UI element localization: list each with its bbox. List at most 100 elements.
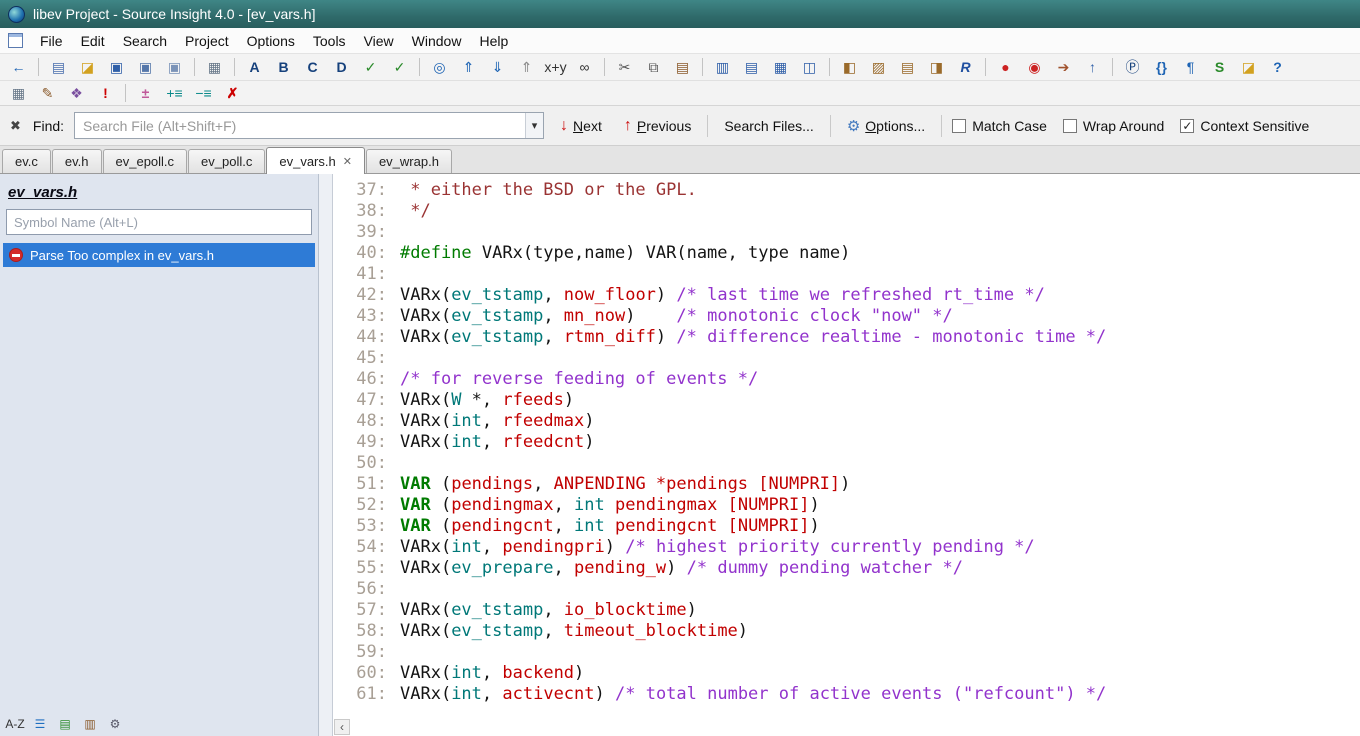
back-button[interactable]: ← <box>4 56 33 78</box>
find-previous-button[interactable]: ↑ Previous <box>618 114 697 138</box>
code-token: *, <box>461 390 503 410</box>
book-button[interactable]: ▥ <box>79 714 101 734</box>
tab-ev_vars-h[interactable]: ev_vars.h ✕ <box>266 147 365 174</box>
grid-view-button[interactable]: ▦ <box>4 82 33 104</box>
code-token: VAR <box>400 516 431 536</box>
code-token: ) <box>809 516 820 536</box>
cut-button-icon: ✂ <box>618 59 631 75</box>
menu-item-edit[interactable]: Edit <box>72 30 114 52</box>
print-button[interactable]: ▦ <box>200 56 229 78</box>
hscroll-left-arrow-icon[interactable]: ‹ <box>334 719 350 735</box>
checklist-2-button[interactable]: ✓ <box>385 56 414 78</box>
custom-command-b-button[interactable]: B <box>269 56 298 78</box>
up-arrow-icon: ↑ <box>623 116 632 134</box>
project-files-button[interactable]: ▨ <box>864 56 893 78</box>
tab-ev-h[interactable]: ev.h <box>51 149 102 173</box>
code-line: 41: <box>341 264 1360 285</box>
stamp-button[interactable]: ❖ <box>62 82 91 104</box>
toolbar-separator <box>194 58 195 76</box>
jump-to-caller-button[interactable]: ⇑ <box>454 56 483 78</box>
menu-item-options[interactable]: Options <box>238 30 304 52</box>
symbol-list-item[interactable]: Parse Too complex in ev_vars.h <box>3 243 315 267</box>
cut-button[interactable]: ✂ <box>610 56 639 78</box>
menu-item-view[interactable]: View <box>355 30 403 52</box>
window-split-4-button[interactable]: ◫ <box>795 56 824 78</box>
tab-ev_poll-c[interactable]: ev_poll.c <box>188 149 266 173</box>
symbol-name-input[interactable] <box>6 209 312 235</box>
browse-symbols-button[interactable]: ∞ <box>570 56 599 78</box>
menu-item-window[interactable]: Window <box>403 30 471 52</box>
checkbox-wrap-around[interactable]: Wrap Around <box>1062 118 1164 134</box>
find-next-button[interactable]: ↓ Next <box>554 114 608 138</box>
find-close-icon[interactable]: ✖ <box>10 118 21 134</box>
remove-line-button[interactable]: −≡ <box>189 82 218 104</box>
window-split-1-button[interactable]: ▥ <box>708 56 737 78</box>
help-doc-button[interactable]: ? <box>1263 56 1292 78</box>
add-line-button[interactable]: +≡ <box>160 82 189 104</box>
reformat-button[interactable]: ¶ <box>1176 56 1205 78</box>
project-window-button[interactable]: ◧ <box>835 56 864 78</box>
custom-command-a-button[interactable]: A <box>240 56 269 78</box>
tab-close-icon[interactable]: ✕ <box>343 155 352 168</box>
parse-source-button[interactable]: Ⓟ <box>1118 56 1147 78</box>
code-token: pending_w <box>574 558 667 578</box>
code-editor[interactable]: 37: * either the BSD or the GPL. 38: */39… <box>333 174 1360 736</box>
paste-button[interactable]: ▤ <box>668 56 697 78</box>
menu-item-tools[interactable]: Tools <box>304 30 355 52</box>
menu-item-project[interactable]: Project <box>176 30 238 52</box>
line-number: 45: <box>356 348 387 368</box>
braces-button[interactable]: {} <box>1147 56 1176 78</box>
save-all-button[interactable]: ▣ <box>160 56 189 78</box>
find-input[interactable] <box>75 117 526 134</box>
bookmark-list-button[interactable]: ◉ <box>1020 56 1049 78</box>
menu-item-search[interactable]: Search <box>114 30 176 52</box>
sort-alphabetic-button[interactable]: A-Z <box>4 714 26 734</box>
panel-splitter[interactable] <box>319 174 333 736</box>
find-options-button[interactable]: ⚙ Options... <box>841 114 931 138</box>
save-as-button[interactable]: ▣ <box>131 56 160 78</box>
panel-settings-button[interactable]: ⚙ <box>104 714 126 734</box>
title-bar: libev Project - Source Insight 4.0 - [ev… <box>0 0 1360 28</box>
custom-command-d-button[interactable]: D <box>327 56 356 78</box>
open-file-button[interactable]: ◪ <box>73 56 102 78</box>
checklist-1-button[interactable]: ✓ <box>356 56 385 78</box>
tab-ev_wrap-h[interactable]: ev_wrap.h <box>365 149 452 173</box>
search-files-button[interactable]: Search Files... <box>718 115 819 137</box>
tab-ev-c[interactable]: ev.c <box>2 149 51 173</box>
bookmark-toggle-button[interactable]: ● <box>991 56 1020 78</box>
delete-marked-button[interactable]: ✗ <box>218 82 247 104</box>
script-button[interactable]: S <box>1205 56 1234 78</box>
window-split-3-button[interactable]: ▦ <box>766 56 795 78</box>
relation-window-button[interactable]: R <box>951 56 980 78</box>
context-window-button[interactable]: ◨ <box>922 56 951 78</box>
checkbox-match-case[interactable]: Match Case <box>952 118 1047 134</box>
app-icon[interactable] <box>8 5 25 23</box>
add-remove-button[interactable]: ± <box>131 82 160 104</box>
menu-item-help[interactable]: Help <box>470 30 517 52</box>
checkbox-context-sensitive[interactable]: ✓ Context Sensitive <box>1180 118 1309 134</box>
reload-file-button-icon: ◪ <box>1241 59 1256 75</box>
custom-command-c-button[interactable]: C <box>298 56 327 78</box>
window-split-2-button[interactable]: ▤ <box>737 56 766 78</box>
symbol-window-button[interactable]: ▤ <box>893 56 922 78</box>
important-mark-button[interactable]: ! <box>91 82 120 104</box>
symbol-groups-button[interactable]: ▤ <box>54 714 76 734</box>
draft-edit-button[interactable]: ✎ <box>33 82 62 104</box>
code-token: int <box>451 432 482 452</box>
save-button[interactable]: ▣ <box>102 56 131 78</box>
tab-ev_epoll-c[interactable]: ev_epoll.c <box>102 149 188 173</box>
lookup-references-button[interactable]: ◎ <box>425 56 454 78</box>
stack-up-button[interactable]: ↑ <box>1078 56 1107 78</box>
jump-to-definition-button[interactable]: ⇓ <box>483 56 512 78</box>
combo-dropdown-icon[interactable]: ▾ <box>525 113 544 138</box>
document-icon[interactable] <box>8 33 23 48</box>
reload-file-button[interactable]: ◪ <box>1234 56 1263 78</box>
menu-item-file[interactable]: File <box>31 30 72 52</box>
new-file-button[interactable]: ▤ <box>44 56 73 78</box>
copy-button[interactable]: ⧉ <box>639 56 668 78</box>
go-back-button[interactable]: ⇑ <box>512 56 541 78</box>
symbol-list-button[interactable]: ☰ <box>29 714 51 734</box>
replace-button[interactable]: x+y <box>541 56 570 78</box>
code-token: VARx( <box>400 327 452 347</box>
jump-bookmark-button[interactable]: ➔ <box>1049 56 1078 78</box>
